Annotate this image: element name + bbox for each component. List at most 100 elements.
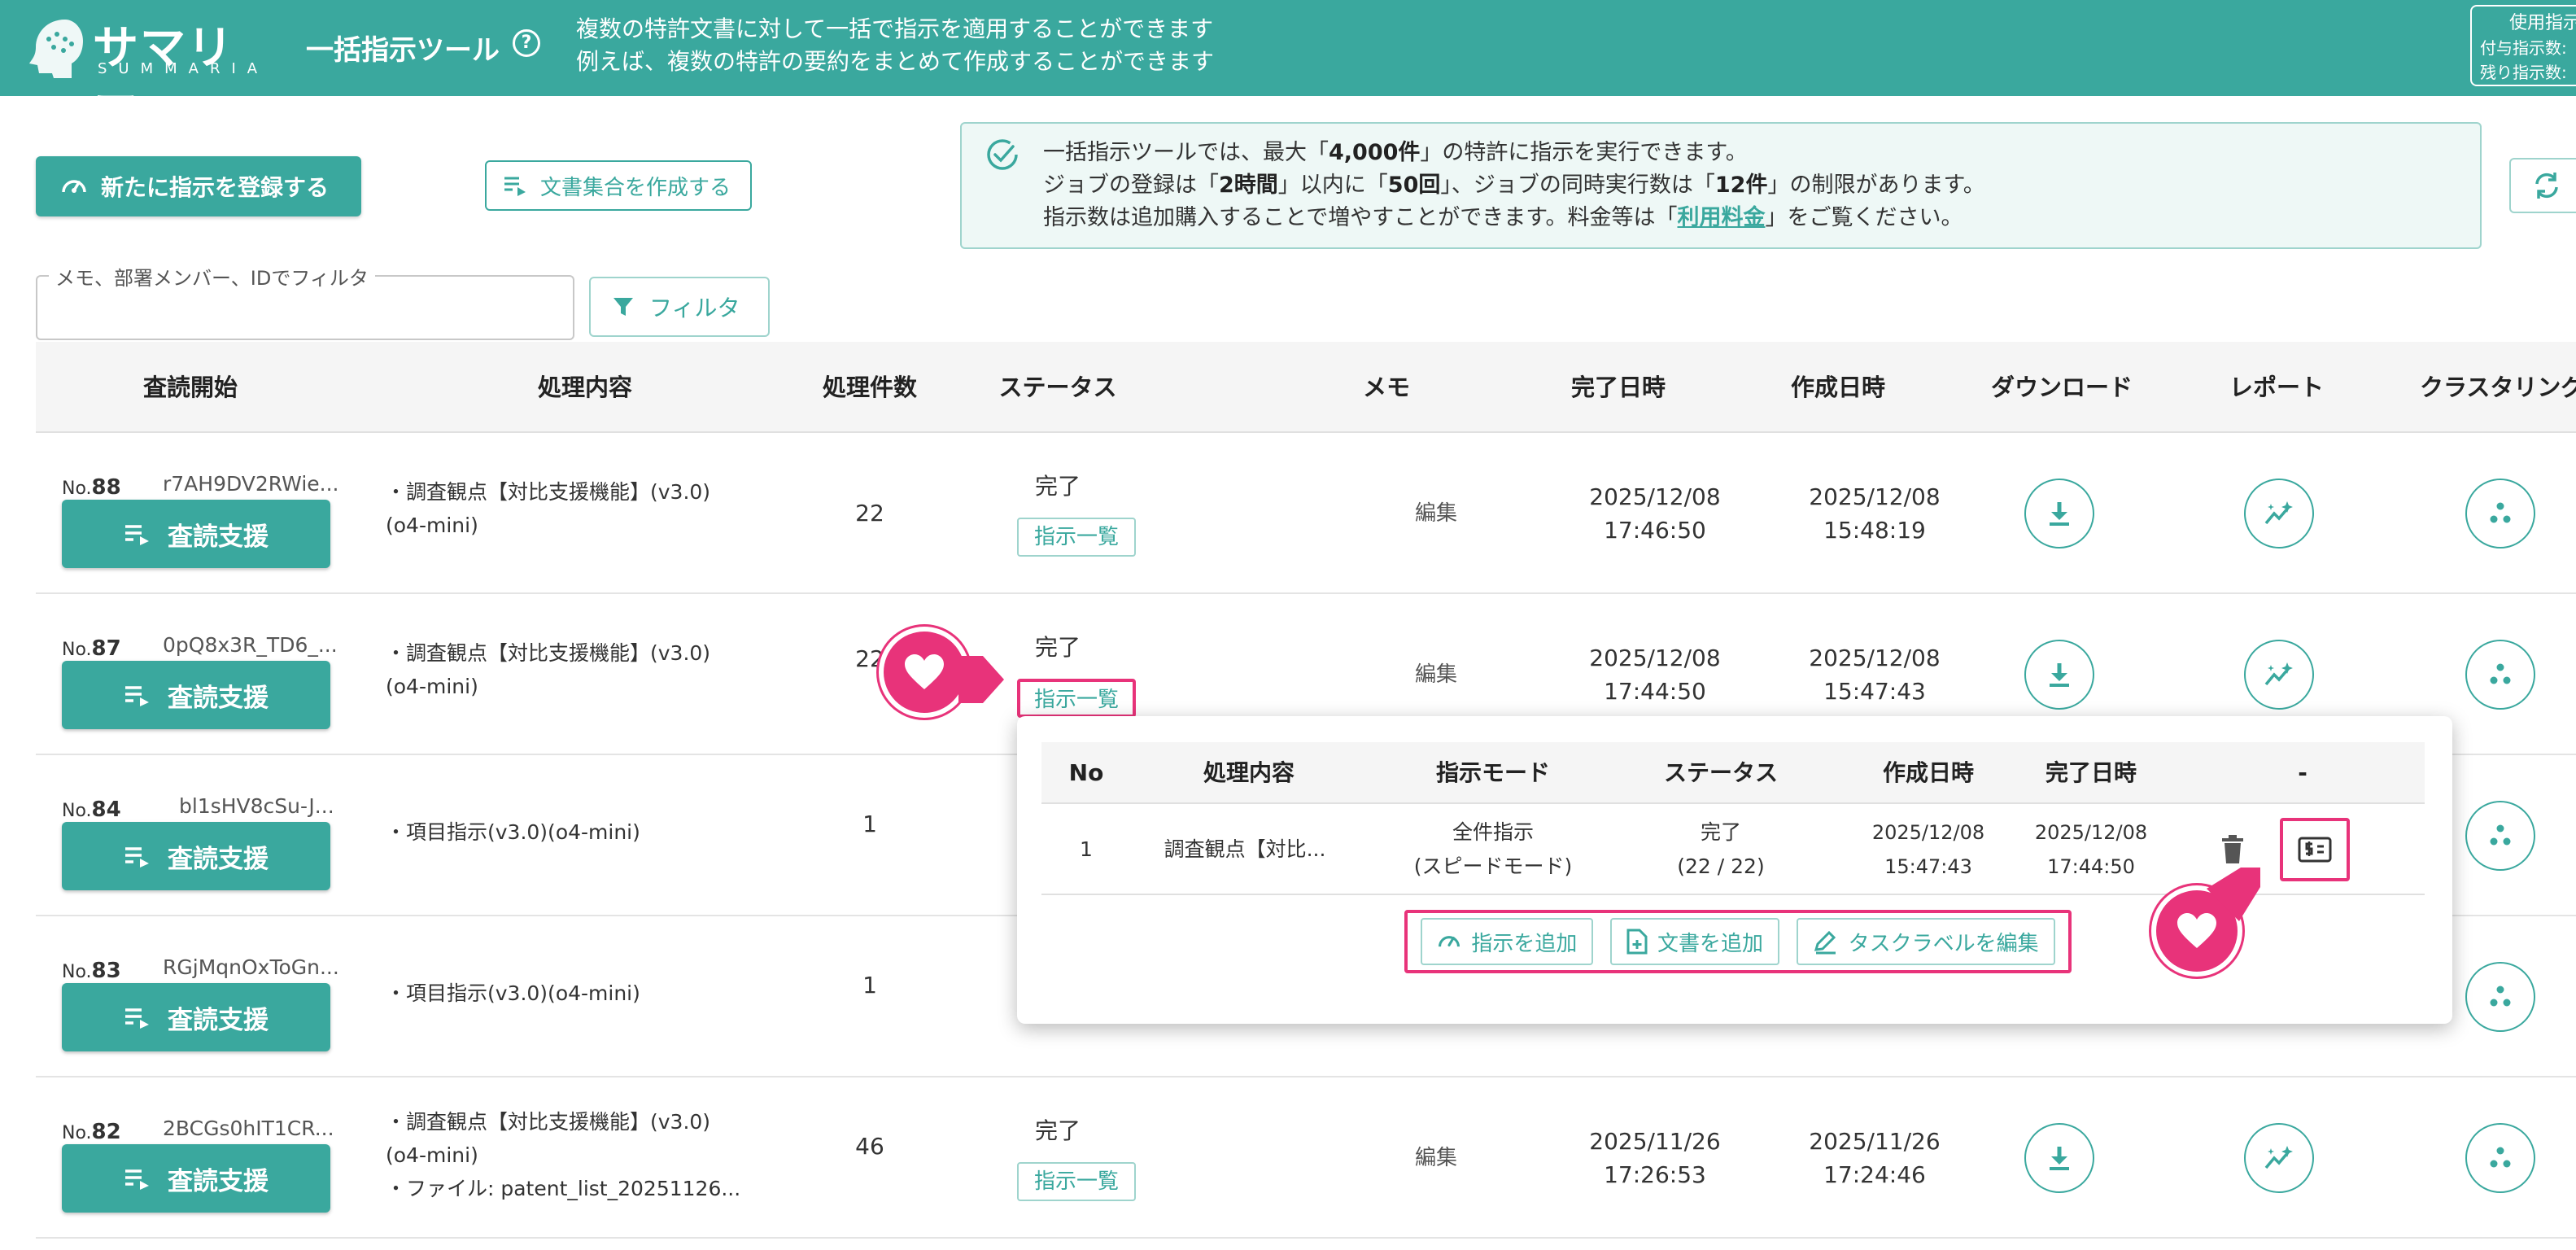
edit-task-label-button[interactable]: タスクラベルを編集: [1796, 918, 2055, 965]
popup-header-created: 作成日時: [1882, 759, 1974, 786]
refresh-button[interactable]: [2509, 158, 2576, 213]
row-id: RGjMqnOxToGn...: [163, 955, 339, 979]
usage-remaining: 残り指示数:: [2480, 63, 2567, 82]
list-play-icon: [125, 847, 149, 868]
help-icon[interactable]: ?: [513, 29, 540, 57]
logo-en-text: SUMMARIA: [98, 60, 269, 77]
created-datetime: 2025/12/08 15:48:19: [1809, 483, 1941, 544]
list-play-icon: [125, 525, 149, 545]
list-play-icon: [125, 1169, 149, 1190]
file-add-icon: [1626, 929, 1648, 955]
download-button[interactable]: [2024, 1123, 2094, 1193]
created-datetime: 2025/12/08 15:47:43: [1809, 645, 1941, 705]
popup-header-no: No: [1068, 759, 1104, 786]
register-instruction-label: 新たに指示を登録する: [101, 174, 330, 201]
popup-row-created: 2025/12/08 15:47:43: [1871, 821, 1985, 878]
popup-row-no: 1: [1080, 837, 1093, 861]
sparkle-chart-icon: [2264, 662, 2293, 686]
gauge-icon: [1439, 936, 1460, 947]
header-download: ダウンロード: [1990, 374, 2133, 401]
popup-header-completed: 完了日時: [2045, 759, 2137, 786]
memo-edit-link[interactable]: 編集: [1408, 433, 1465, 594]
completed-datetime: 2025/11/26 17:26:53: [1589, 1128, 1721, 1188]
row-content: ・調査観点【対比支援機能】(v3.0) (o4-mini): [386, 480, 711, 537]
report-button[interactable]: [2244, 1123, 2314, 1193]
refresh-icon: [2535, 173, 2558, 199]
info-notice: 一括指示ツールでは、最大「4,000件」の特許に指示を実行できます。 ジョブの登…: [960, 122, 2482, 249]
popup-actions-highlight: 指示を追加 文書を追加 タスクラベルを編集: [1404, 910, 2072, 973]
memo-edit-link[interactable]: 編集: [1408, 1077, 1465, 1239]
pricing-link[interactable]: 利用料金: [1678, 205, 1766, 230]
summaria-logo[interactable]: サマリア SUMMARIA: [24, 11, 260, 141]
review-support-button[interactable]: 査読支援: [62, 500, 330, 568]
row-number: No.88: [62, 475, 121, 500]
row-number: No.87: [62, 636, 121, 661]
popup-row-mode: 全件指示 (スピードモード): [1413, 820, 1573, 878]
logo-jp-text: サマリア: [93, 22, 234, 141]
popup-header-content: 処理内容: [1203, 759, 1295, 786]
row-count: 22: [855, 500, 884, 527]
pencil-icon: [1814, 930, 1836, 955]
list-add-icon: [504, 177, 526, 196]
instruction-list-button[interactable]: 指示一覧: [1017, 1162, 1136, 1201]
clustering-button[interactable]: [2465, 479, 2535, 549]
instruction-list-button[interactable]: 指示一覧: [1017, 679, 1136, 718]
filter-button[interactable]: フィルタ: [589, 277, 770, 337]
filter-input[interactable]: メモ、部署メンバー、IDでフィルタ: [36, 262, 574, 340]
tool-title: 一括指示ツール: [306, 34, 500, 67]
cluster-icon: [2490, 502, 2511, 523]
add-document-button[interactable]: 文書を追加: [1609, 918, 1779, 965]
popup-row-status: 完了 (22 / 22): [1677, 820, 1765, 878]
money-icon: [2298, 837, 2332, 863]
billing-detail-button[interactable]: [2278, 804, 2351, 895]
popup-header-actions: -: [2298, 759, 2307, 786]
header-clustering: クラスタリング: [2420, 374, 2576, 401]
download-button[interactable]: [2024, 640, 2094, 710]
marker-pointer: [958, 656, 1004, 703]
header-count: 処理件数: [822, 374, 917, 401]
row-content: ・調査観点【対比支援機能】(v3.0) (o4-mini) ・ファイル: paten…: [386, 1110, 741, 1200]
popup-row-completed: 2025/12/08 17:44:50: [2034, 821, 2148, 878]
header-review-start: 査読開始: [142, 374, 238, 401]
review-support-button[interactable]: 査読支援: [62, 822, 330, 890]
usage-panel: 使用指示 付与指示数: 残り指示数:: [2470, 5, 2576, 86]
row-number: No.82: [62, 1120, 121, 1144]
review-support-button[interactable]: 査読支援: [62, 1144, 330, 1213]
cluster-icon: [2490, 824, 2511, 846]
instruction-list-button[interactable]: 指示一覧: [1017, 518, 1136, 557]
row-count: 1: [862, 972, 877, 999]
report-button[interactable]: [2244, 479, 2314, 549]
report-button[interactable]: [2244, 640, 2314, 710]
clustering-button[interactable]: [2465, 640, 2535, 710]
clustering-button[interactable]: [2465, 962, 2535, 1032]
description-line: 例えば、複数の特許の要約をまとめて作成することができます: [576, 48, 1215, 75]
clustering-button[interactable]: [2465, 801, 2535, 871]
row-id: r7AH9DV2RWie...: [163, 472, 339, 496]
add-instruction-button[interactable]: 指示を追加: [1421, 918, 1594, 965]
cluster-icon: [2490, 986, 2511, 1007]
download-icon: [2050, 1147, 2069, 1170]
top-header: サマリア SUMMARIA 一括指示ツール ? 複数の特許文書に対して一括で指示…: [0, 0, 2576, 141]
trash-icon: [2222, 835, 2243, 863]
popup-header-mode: 指示モード: [1435, 759, 1550, 786]
row-number: No.83: [62, 959, 121, 983]
status-text: 完了: [1034, 1117, 1081, 1144]
clustering-button[interactable]: [2465, 1123, 2535, 1193]
header-content: 処理内容: [537, 374, 632, 401]
create-docset-button[interactable]: 文書集合を作成する: [485, 160, 752, 211]
review-support-button[interactable]: 査読支援: [62, 661, 330, 729]
register-instruction-button[interactable]: 新たに指示を登録する: [36, 156, 361, 216]
header-report: レポート: [2229, 374, 2324, 401]
cluster-icon: [2490, 1147, 2511, 1168]
description-line: 複数の特許文書に対して一括で指示を適用することができます: [576, 15, 1214, 42]
marker-pointer: [2207, 868, 2260, 921]
review-support-button[interactable]: 査読支援: [62, 983, 330, 1051]
download-button[interactable]: [2024, 479, 2094, 549]
download-icon: [2050, 502, 2069, 526]
usage-title: 使用指示: [2509, 13, 2576, 33]
sparkle-chart-icon: [2264, 1146, 2293, 1169]
filter-button-label: フィルタ: [649, 295, 740, 321]
create-docset-label: 文書集合を作成する: [540, 175, 731, 200]
check-circle-icon: [987, 139, 1018, 170]
funnel-icon: [613, 298, 633, 316]
